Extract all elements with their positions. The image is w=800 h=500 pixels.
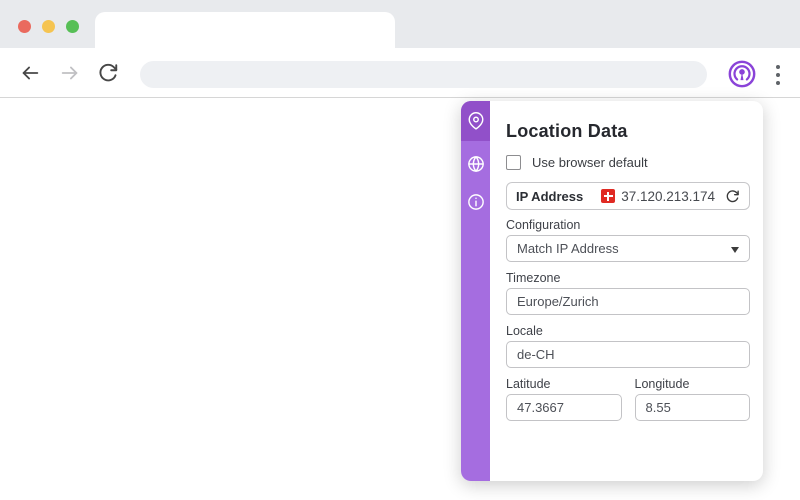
address-bar[interactable] bbox=[140, 61, 707, 88]
swiss-flag-icon bbox=[601, 189, 616, 203]
extension-logo-icon bbox=[728, 60, 756, 88]
configuration-label: Configuration bbox=[506, 218, 581, 232]
titlebar bbox=[0, 0, 800, 48]
reload-button[interactable] bbox=[97, 62, 119, 84]
popup-sidebar bbox=[461, 101, 490, 481]
refresh-icon bbox=[726, 189, 739, 202]
sidebar-item-location[interactable] bbox=[461, 101, 490, 141]
latitude-input[interactable] bbox=[506, 394, 622, 421]
use-browser-default-checkbox[interactable] bbox=[506, 155, 521, 170]
close-window-button[interactable] bbox=[18, 20, 31, 33]
ip-address-value: 37.120.213.174 bbox=[621, 188, 716, 204]
kebab-dot bbox=[776, 81, 780, 85]
timezone-label: Timezone bbox=[506, 271, 561, 285]
extension-button[interactable] bbox=[727, 59, 757, 89]
sidebar-item-network[interactable] bbox=[461, 145, 490, 183]
arrow-right-icon bbox=[61, 66, 78, 80]
location-pin-icon bbox=[468, 112, 483, 130]
forward-button[interactable] bbox=[59, 62, 81, 84]
chevron-down-icon bbox=[731, 246, 739, 257]
page-title: Location Data bbox=[506, 121, 628, 141]
maximize-window-button[interactable] bbox=[66, 20, 79, 33]
sidebar-item-info[interactable] bbox=[461, 183, 490, 221]
refresh-ip-button[interactable] bbox=[725, 189, 740, 204]
browser-menu-button[interactable] bbox=[771, 63, 785, 87]
longitude-input[interactable] bbox=[634, 394, 750, 421]
configuration-select[interactable]: Match IP Address bbox=[506, 235, 750, 262]
locale-input[interactable] bbox=[506, 341, 750, 368]
info-icon bbox=[467, 194, 484, 210]
globe-icon bbox=[467, 156, 484, 172]
ip-address-box: IP Address 37.120.213.174 bbox=[506, 182, 750, 210]
configuration-selected-value: Match IP Address bbox=[517, 241, 619, 256]
browser-window: Location Data Use browser default IP Add… bbox=[0, 0, 800, 500]
kebab-dot bbox=[776, 65, 780, 69]
arrow-left-icon bbox=[22, 66, 39, 80]
ip-address-label: IP Address bbox=[516, 188, 584, 204]
locale-label: Locale bbox=[506, 324, 543, 338]
browser-tab[interactable] bbox=[95, 12, 395, 48]
popup-content: Location Data Use browser default IP Add… bbox=[490, 101, 763, 481]
use-browser-default-label: Use browser default bbox=[532, 155, 648, 170]
longitude-label: Longitude bbox=[634, 377, 690, 391]
use-browser-default-row: Use browser default bbox=[506, 155, 750, 170]
timezone-input[interactable] bbox=[506, 288, 750, 315]
extension-popup: Location Data Use browser default IP Add… bbox=[461, 101, 763, 481]
kebab-dot bbox=[776, 73, 780, 77]
reload-icon bbox=[99, 63, 118, 82]
coordinates-row: Latitude Longitude bbox=[506, 368, 750, 421]
back-button[interactable] bbox=[19, 62, 41, 84]
minimize-window-button[interactable] bbox=[42, 20, 55, 33]
latitude-label: Latitude bbox=[506, 377, 551, 391]
